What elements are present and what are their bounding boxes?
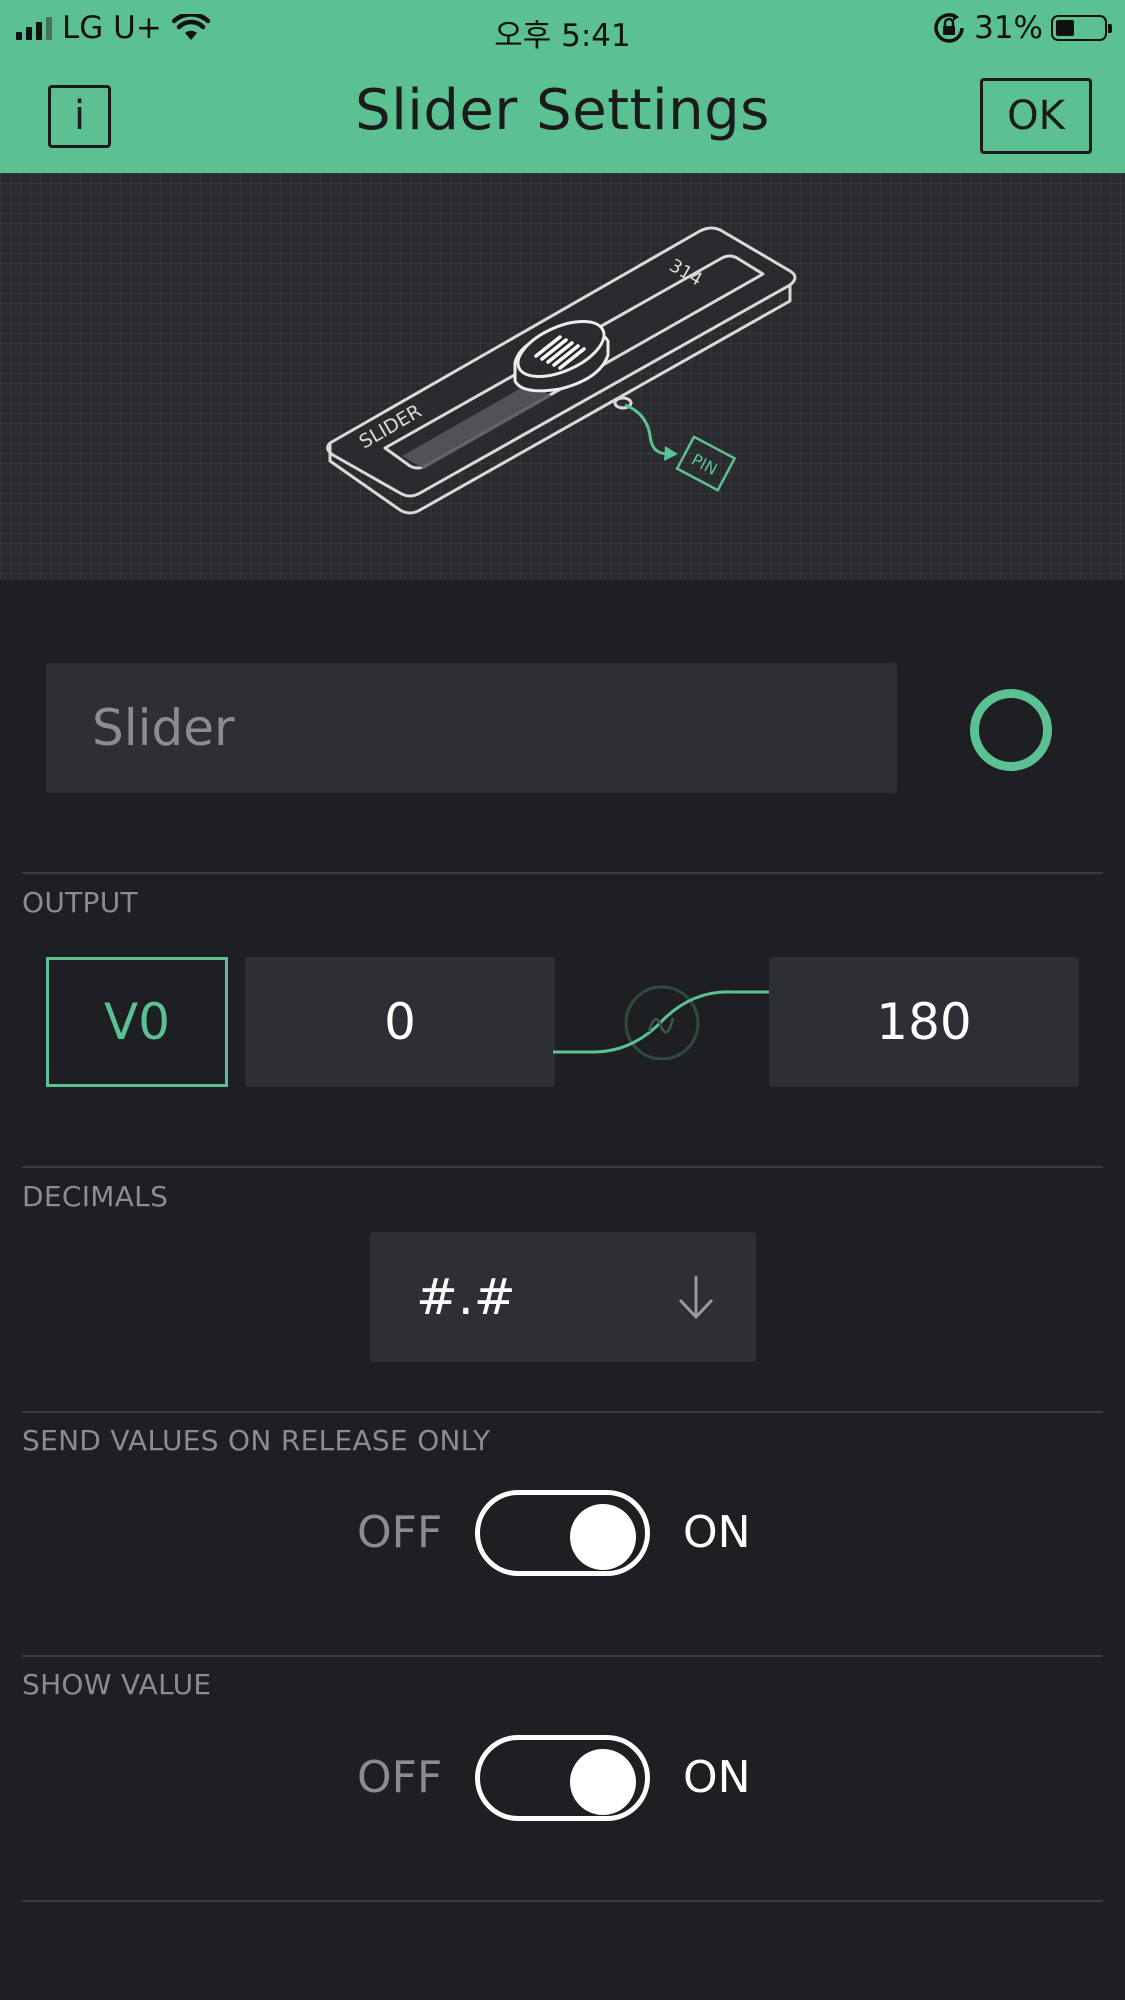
divider: [22, 1900, 1103, 1902]
status-bar: LG U+ 오후 5:41 31%: [0, 0, 1125, 56]
battery-icon: [1051, 15, 1112, 41]
widget-name-input[interactable]: Slider: [46, 663, 897, 793]
decimals-value: #.#: [416, 1268, 516, 1326]
page-title: Slider Settings: [355, 78, 770, 143]
arrow-down-icon: [678, 1276, 714, 1320]
battery-percent: 31%: [974, 10, 1043, 46]
toggle-knob: [570, 1504, 636, 1570]
toggle-off-label: OFF: [357, 1507, 443, 1558]
widget-preview: SLIDER 314 PIN: [0, 173, 1125, 580]
pin-label: PIN: [688, 450, 720, 479]
decimals-dropdown[interactable]: #.#: [370, 1232, 756, 1362]
send-on-release-label: SEND VALUES ON RELEASE ONLY: [22, 1424, 491, 1457]
color-picker-button[interactable]: [970, 689, 1052, 771]
rotation-lock-icon: [934, 13, 964, 43]
slider-widget-illustration: SLIDER 314 PIN: [326, 226, 797, 515]
divider: [22, 1655, 1103, 1657]
output-max-input[interactable]: 180: [769, 957, 1079, 1087]
toggle-on-label: ON: [683, 1507, 751, 1558]
send-on-release-toggle[interactable]: [475, 1490, 650, 1576]
divider: [22, 1411, 1103, 1413]
output-label: OUTPUT: [22, 886, 138, 919]
show-value-toggle[interactable]: [475, 1735, 650, 1821]
toggle-off-label: OFF: [357, 1752, 443, 1803]
divider: [22, 1166, 1103, 1168]
output-min-input[interactable]: 0: [245, 957, 555, 1087]
status-right: 31%: [932, 10, 1112, 46]
show-value-label: SHOW VALUE: [22, 1668, 212, 1701]
decimals-label: DECIMALS: [22, 1180, 169, 1213]
toggle-on-label: ON: [683, 1752, 751, 1803]
header-bar: LG U+ 오후 5:41 31% i Slider Settings OK: [0, 0, 1125, 173]
mapping-curve-icon: [553, 985, 773, 1060]
divider: [22, 872, 1103, 874]
show-value-toggle-row: OFF ON: [0, 1733, 1125, 1823]
ok-button[interactable]: OK: [980, 78, 1092, 154]
toggle-knob: [570, 1749, 636, 1815]
send-on-release-toggle-row: OFF ON: [0, 1488, 1125, 1578]
pin-select-button[interactable]: V0: [46, 957, 228, 1087]
